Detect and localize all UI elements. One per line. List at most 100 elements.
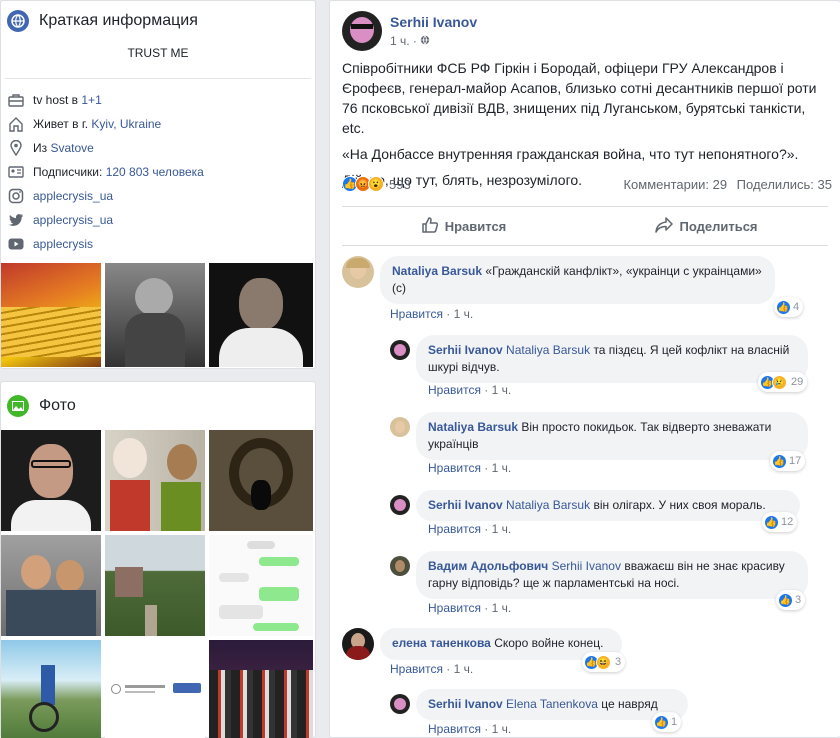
author-name[interactable]: Serhii Ivanov <box>390 14 477 30</box>
comment-reactions[interactable]: 👍 4 <box>774 297 804 317</box>
comment-reaction-count: 3 <box>795 594 802 606</box>
home-icon <box>7 115 25 133</box>
comment-bubble: Serhii Ivanov Elena Tanenkova це навряд <box>416 689 688 720</box>
comments-count[interactable]: Комментарии: 29 <box>623 177 727 192</box>
shares-count[interactable]: Поделились: 35 <box>737 177 832 192</box>
comment-meta: Нравится · 1 ч. <box>428 722 512 736</box>
comment-time[interactable]: 1 ч. <box>492 522 512 536</box>
thumbs-up-icon <box>421 216 445 237</box>
commenter-name[interactable]: Вадим Адольфович <box>428 559 548 573</box>
comment-time[interactable]: 1 ч. <box>492 383 512 397</box>
commenter-name[interactable]: Serhii Ivanov <box>428 343 503 357</box>
comment-reply: Serhii Ivanov Nataliya Barsuk та піздєц.… <box>390 335 808 383</box>
youtube-link[interactable]: applecrysis <box>33 237 93 251</box>
mention-link[interactable]: Serhii Ivanov <box>552 559 621 573</box>
post-time[interactable]: 1 ч. <box>390 34 410 48</box>
author-avatar[interactable] <box>342 11 382 51</box>
comment-reactions[interactable]: 👍 😆 3 <box>582 652 626 672</box>
comment-reply: Serhii Ivanov Nataliya Barsuk він олігар… <box>390 490 800 521</box>
comment-reactions[interactable]: 👍 17 <box>770 451 806 471</box>
photo-thumbnail[interactable] <box>105 640 205 738</box>
share-label: Поделиться <box>679 218 758 234</box>
photo-thumbnail[interactable] <box>1 430 101 531</box>
like-reaction-icon: 👍 <box>772 453 787 469</box>
share-button[interactable]: Поделиться <box>585 207 828 245</box>
commenter-name[interactable]: Nataliya Barsuk <box>392 264 482 278</box>
comment-like-link[interactable]: Нравится <box>428 461 481 475</box>
comment-like-link[interactable]: Нравится <box>428 522 481 536</box>
featured-photo[interactable] <box>105 263 205 367</box>
comment-time[interactable]: 1 ч. <box>492 601 512 615</box>
post-card: Serhii Ivanov 1 ч. · Співробітники ФСБ Р… <box>329 0 840 738</box>
photos-title[interactable]: Фото <box>39 397 76 415</box>
like-button[interactable]: Нравится <box>342 207 585 245</box>
photo-thumbnail[interactable] <box>1 535 101 636</box>
commenter-name[interactable]: Serhii Ivanov <box>428 498 503 512</box>
followers-link[interactable]: 120 803 человека <box>106 165 204 179</box>
comment-reactions[interactable]: 👍 1 <box>652 712 682 732</box>
commenter-avatar[interactable] <box>390 556 410 576</box>
photo-thumbnail[interactable] <box>209 640 313 738</box>
info-row-from: Из Svatove <box>1 136 315 160</box>
mention-link[interactable]: Elena Tanenkova <box>506 697 598 711</box>
comment-like-link[interactable]: Нравится <box>428 383 481 397</box>
commenter-avatar[interactable] <box>390 417 410 437</box>
post-meta: 1 ч. · <box>390 34 477 48</box>
commenter-avatar[interactable] <box>390 694 410 714</box>
info-row-followers: Подписчики: 120 803 человека <box>1 160 315 184</box>
photo-thumbnail[interactable] <box>209 535 313 636</box>
comment-text: він олігарх. У них своя мораль. <box>593 498 766 512</box>
mention-link[interactable]: Nataliya Barsuk <box>506 343 590 357</box>
commenter-name[interactable]: елена таненкова <box>392 636 491 650</box>
comment-reactions[interactable]: 👍 3 <box>776 590 806 610</box>
comment-time[interactable]: 1 ч. <box>492 461 512 475</box>
work-link[interactable]: 1+1 <box>81 93 101 107</box>
briefcase-icon <box>7 91 25 109</box>
city-link[interactable]: Kyiv, Ukraine <box>91 117 161 131</box>
info-text: Из <box>33 141 51 155</box>
comment-like-link[interactable]: Нравится <box>390 662 443 676</box>
wow-reaction-icon: 😮 <box>368 176 384 192</box>
commenter-avatar[interactable] <box>342 628 374 660</box>
reaction-count: 593 <box>389 176 411 192</box>
intro-card: Краткая информация TRUST ME tv host в 1+… <box>0 0 316 369</box>
featured-photo[interactable] <box>1 263 101 367</box>
comment-like-link[interactable]: Нравится <box>428 722 481 736</box>
comment-bubble: Nataliya Barsuk «Гражданскій канфлікт», … <box>380 256 775 304</box>
instagram-link[interactable]: applecrysis_ua <box>33 189 113 203</box>
commenter-avatar[interactable] <box>342 256 374 288</box>
comment-text: Скоро войне конец. <box>494 636 604 650</box>
featured-thumbnails <box>1 263 317 367</box>
reaction-summary[interactable]: 👍 😡 😮 593 <box>342 176 411 192</box>
photo-thumbnail[interactable] <box>105 430 205 531</box>
info-row-lives: Живет в г. Kyiv, Ukraine <box>1 112 315 136</box>
comment-reaction-count: 4 <box>793 301 800 313</box>
comment-reactions[interactable]: 👍 12 <box>762 512 798 532</box>
comment-like-link[interactable]: Нравится <box>428 601 481 615</box>
comment: елена таненкова Скоро войне конец. <box>342 628 622 660</box>
mention-link[interactable]: Nataliya Barsuk <box>506 498 590 512</box>
commenter-name[interactable]: Nataliya Barsuk <box>428 420 518 434</box>
featured-photo[interactable] <box>209 263 313 367</box>
comment-reactions[interactable]: 👍 😢 29 <box>758 372 808 392</box>
comment-bubble: Serhii Ivanov Nataliya Barsuk та піздєц.… <box>416 335 808 383</box>
comment-time[interactable]: 1 ч. <box>492 722 512 736</box>
comment-like-link[interactable]: Нравится <box>390 307 443 321</box>
twitter-link[interactable]: applecrysis_ua <box>33 213 113 227</box>
comment-reaction-count: 12 <box>781 516 794 528</box>
photo-thumbnail[interactable] <box>209 430 313 531</box>
info-row-instagram: applecrysis_ua <box>1 184 315 208</box>
photo-thumbnail[interactable] <box>1 640 101 738</box>
comment-meta: Нравится · 1 ч. <box>390 662 474 676</box>
photo-thumbnail[interactable] <box>105 535 205 636</box>
comment-time[interactable]: 1 ч. <box>454 307 474 321</box>
like-reaction-icon: 👍 <box>764 514 779 530</box>
info-row-twitter: applecrysis_ua <box>1 208 315 232</box>
location-pin-icon <box>7 139 25 157</box>
commenter-avatar[interactable] <box>390 495 410 515</box>
hometown-link[interactable]: Svatove <box>50 141 93 155</box>
commenter-name[interactable]: Serhii Ivanov <box>428 697 503 711</box>
photos-header: Фото <box>1 382 315 430</box>
comment-time[interactable]: 1 ч. <box>454 662 474 676</box>
commenter-avatar[interactable] <box>390 340 410 360</box>
